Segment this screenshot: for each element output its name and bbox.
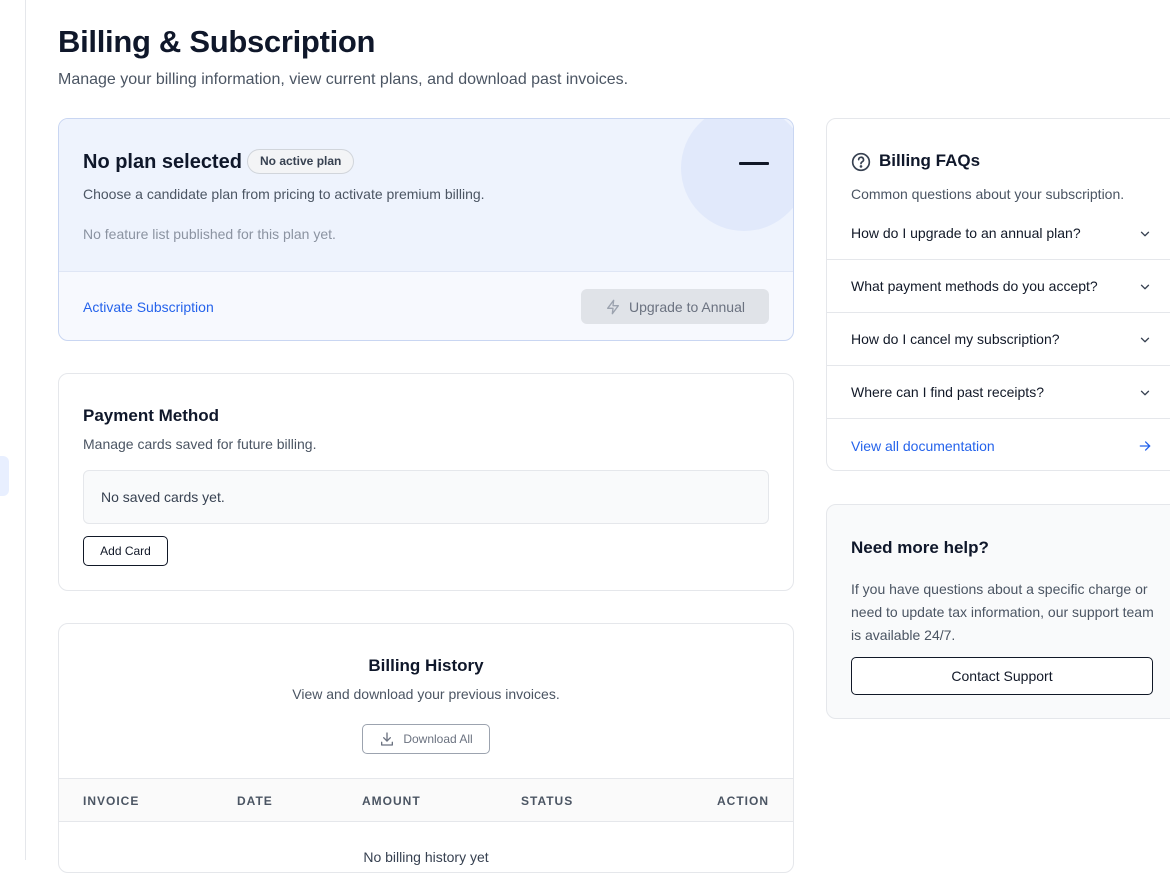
column-action[interactable]: ACTION	[717, 794, 769, 808]
help-text: If you have questions about a specific c…	[851, 581, 1154, 643]
question-circle-icon	[851, 152, 871, 172]
chevron-down-icon	[1140, 284, 1150, 290]
faq-question: How do I cancel my subscription?	[851, 331, 1060, 347]
faq-item[interactable]: Where can I find past receipts?	[827, 366, 1170, 419]
plan-decoration-circle	[681, 119, 793, 231]
lightning-icon	[607, 299, 619, 314]
download-all-label: Download All	[403, 732, 473, 746]
page-subtitle: Manage your billing information, view cu…	[58, 71, 629, 88]
plan-features-empty: No feature list published for this plan …	[83, 226, 336, 242]
chevron-down-icon	[1140, 390, 1150, 396]
faq-title: Billing FAQs	[879, 151, 981, 170]
side-rail	[0, 0, 26, 860]
rail-active-marker[interactable]	[0, 456, 9, 496]
plan-card: No plan selected No active plan Choose a…	[58, 118, 794, 341]
payment-description: Manage cards saved for future billing.	[83, 436, 317, 452]
download-icon	[381, 732, 394, 746]
plan-status-badge: No active plan	[247, 149, 355, 174]
saved-cards-empty: No saved cards yet.	[83, 470, 769, 524]
faq-question: What payment methods do you accept?	[851, 278, 1098, 294]
faq-description: Common questions about your subscription…	[851, 186, 1125, 202]
chevron-down-icon	[1140, 231, 1150, 237]
chevron-down-icon	[1140, 337, 1150, 343]
faq-item[interactable]: How do I cancel my subscription?	[827, 313, 1170, 366]
arrow-right-icon[interactable]	[1138, 439, 1152, 453]
upgrade-label: Upgrade to Annual	[629, 298, 745, 315]
plan-header: No plan selected No active plan Choose a…	[59, 119, 793, 272]
activate-subscription-link[interactable]: Activate Subscription	[83, 299, 214, 315]
billing-history-card: Billing History View and download your p…	[58, 623, 794, 873]
history-title: Billing History	[368, 656, 484, 675]
upgrade-to-annual-button[interactable]: Upgrade to Annual	[581, 289, 769, 324]
payment-method-card: Payment Method Manage cards saved for fu…	[58, 373, 794, 591]
add-card-button[interactable]: Add Card	[83, 536, 168, 566]
view-all-documentation-link[interactable]: View all documentation	[851, 438, 995, 454]
faq-item[interactable]: How do I upgrade to an annual plan?	[827, 207, 1170, 260]
download-all-button[interactable]: Download All	[362, 724, 490, 754]
column-status[interactable]: STATUS	[521, 794, 573, 808]
plan-title: No plan selected	[83, 151, 242, 173]
page-title: Billing & Subscription	[58, 24, 376, 59]
faq-question: How do I upgrade to an annual plan?	[851, 225, 1081, 241]
payment-title: Payment Method	[83, 406, 220, 425]
help-card: Need more help? If you have questions ab…	[826, 504, 1170, 719]
billing-faq-card: Billing FAQs Common questions about your…	[826, 118, 1170, 471]
history-empty: No billing history yet	[363, 849, 489, 865]
contact-support-button[interactable]: Contact Support	[851, 657, 1153, 695]
history-description: View and download your previous invoices…	[292, 686, 560, 702]
help-title: Need more help?	[851, 538, 989, 557]
faq-item[interactable]: What payment methods do you accept?	[827, 260, 1170, 313]
plan-description: Choose a candidate plan from pricing to …	[83, 186, 485, 202]
dash-icon	[739, 162, 769, 165]
column-invoice[interactable]: INVOICE	[83, 794, 139, 808]
column-date[interactable]: DATE	[237, 794, 273, 808]
faq-question: Where can I find past receipts?	[851, 384, 1044, 400]
column-amount[interactable]: AMOUNT	[362, 794, 421, 808]
history-table-header: INVOICE DATE AMOUNT STATUS ACTION	[59, 778, 793, 822]
